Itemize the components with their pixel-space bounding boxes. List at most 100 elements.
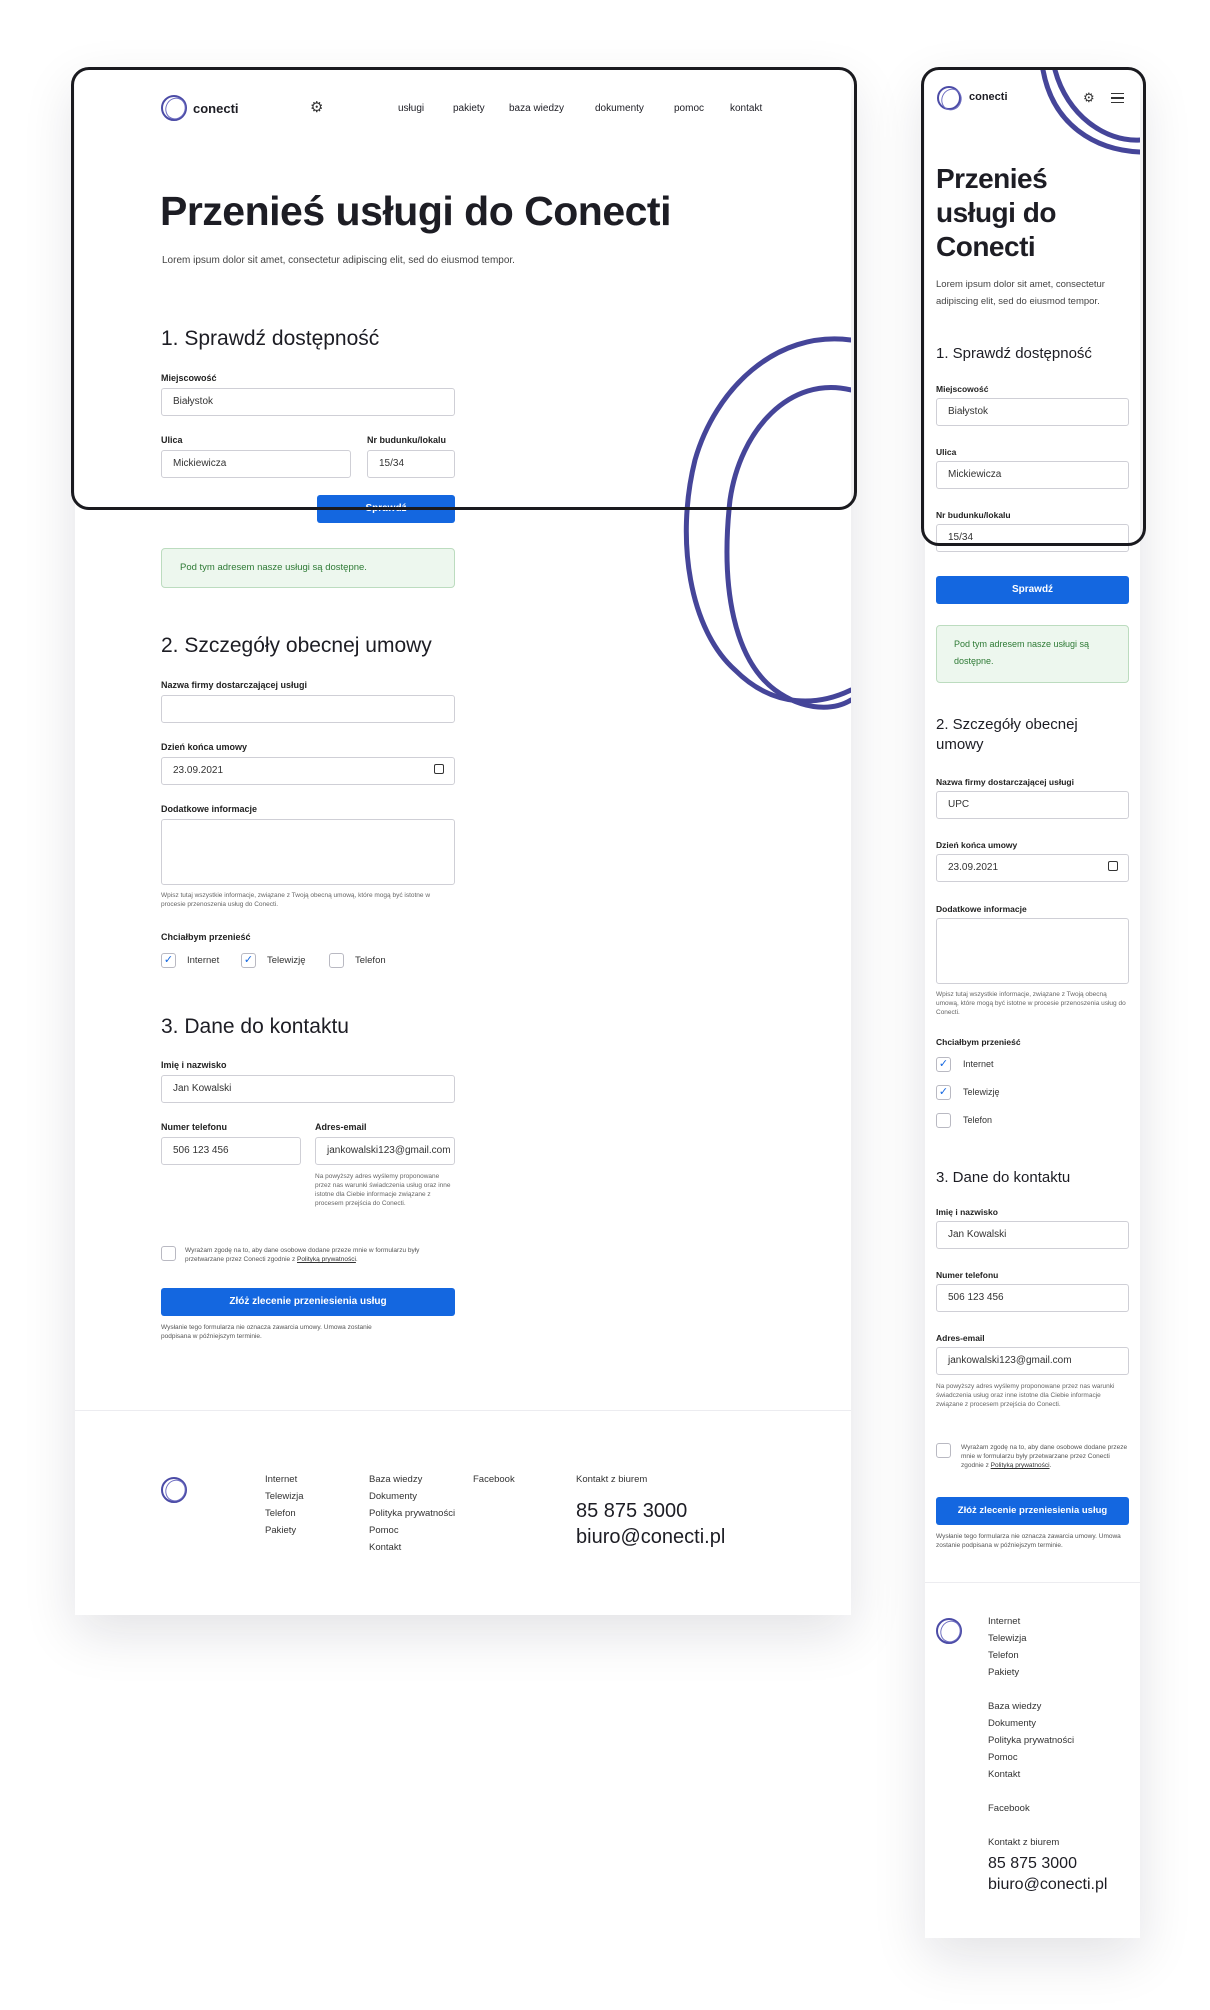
mobile-footer-link-internet[interactable]: Internet [988,1616,1020,1627]
submit-button[interactable]: Złóż zlecenie przeniesienia usług [161,1288,455,1316]
footer-link-dokumenty[interactable]: Dokumenty [369,1491,417,1502]
nav-dokumenty[interactable]: dokumenty [595,103,644,114]
checkbox-internet[interactable]: ✓ [161,953,176,968]
footer-phone[interactable]: 85 875 3000 [576,1500,687,1523]
end-date-value: 23.09.2021 [173,765,224,776]
mobile-calendar-icon[interactable] [1108,861,1118,871]
mobile-footer-email[interactable]: biuro@conecti.pl [988,1876,1107,1894]
mobile-street-label: Ulica [936,447,957,457]
mobile-logo-icon[interactable] [937,86,961,110]
mobile-footer-link-polityka[interactable]: Polityka prywatności [988,1735,1074,1746]
city-input[interactable]: Białystok [161,388,455,416]
phone-input[interactable]: 506 123 456 [161,1137,301,1165]
phone-label: Numer telefonu [161,1122,228,1132]
nav-baza-wiedzy[interactable]: baza wiedzy [509,103,564,114]
footer-email[interactable]: biuro@conecti.pl [576,1526,725,1549]
section-title-contract: 2. Szczegóły obecnej umowy [161,634,432,657]
logo-icon[interactable] [161,95,187,121]
mobile-street-input[interactable]: Mickiewicza [936,461,1129,489]
checkbox-tv-label: Telewizję [267,955,306,966]
mobile-checkbox-phone[interactable] [936,1113,951,1128]
footer-logo-icon[interactable] [161,1477,187,1503]
checkbox-phone[interactable] [329,953,344,968]
mobile-info-textarea[interactable] [936,918,1129,984]
footer-link-pomoc[interactable]: Pomoc [369,1525,399,1536]
footer-link-facebook[interactable]: Facebook [473,1474,515,1485]
mobile-brand-name[interactable]: conecti [969,91,1008,103]
footer-contact-label: Kontakt z biurem [576,1474,648,1485]
mobile-city-input[interactable]: Białystok [936,398,1129,426]
name-input[interactable]: Jan Kowalski [161,1075,455,1103]
privacy-policy-link[interactable]: Polityką prywatności [297,1256,356,1263]
email-label: Adres-email [315,1122,367,1132]
mobile-phone-input[interactable]: 506 123 456 [936,1284,1129,1312]
end-date-label: Dzień końca umowy [161,742,248,752]
mobile-footer-link-pomoc[interactable]: Pomoc [988,1752,1018,1763]
mobile-phone-label: Numer telefonu [936,1270,999,1280]
mobile-page-lead: Lorem ipsum dolor sit amet, consectetur … [936,279,1105,307]
mobile-end-date-input[interactable]: 23.09.2021 [936,854,1129,882]
nav-kontakt[interactable]: kontakt [730,103,762,114]
calendar-icon[interactable] [434,764,444,774]
gear-icon[interactable]: ⚙ [310,100,323,115]
brand-name[interactable]: conecti [193,101,239,116]
info-textarea[interactable] [161,819,455,885]
mobile-number-input[interactable]: 15/34 [936,524,1129,552]
mobile-footer-link-baza-wiedzy[interactable]: Baza wiedzy [988,1701,1041,1712]
end-date-input[interactable]: 23.09.2021 [161,757,455,785]
mobile-consent-checkbox[interactable] [936,1443,951,1458]
mobile-submit-button[interactable]: Złóż zlecenie przeniesienia usług [936,1497,1129,1525]
mobile-city-label: Miejscowość [936,384,989,394]
mobile-transfer-label: Chciałbym przenieść [936,1037,1021,1047]
mobile-consent-suffix: . [1049,1462,1052,1469]
section-title-contact: 3. Dane do kontaktu [161,1015,349,1038]
email-input[interactable]: jankowalski123@gmail.com [315,1137,455,1165]
provider-input[interactable] [161,695,455,723]
number-input[interactable]: 15/34 [367,450,455,478]
footer-link-telewizja[interactable]: Telewizja [265,1491,304,1502]
footer-link-kontakt[interactable]: Kontakt [369,1542,401,1553]
mobile-email-input[interactable]: jankowalski123@gmail.com [936,1347,1129,1375]
footer-divider [75,1410,851,1411]
mobile-gear-icon[interactable]: ⚙ [1083,90,1095,105]
number-label: Nr budunku/lokalu [367,435,447,445]
consent-checkbox[interactable] [161,1246,176,1261]
nav-pomoc[interactable]: pomoc [674,103,704,114]
mobile-footer-link-kontakt[interactable]: Kontakt [988,1769,1020,1780]
mobile-footer-link-facebook[interactable]: Facebook [988,1803,1030,1814]
mobile-footer-link-telewizja[interactable]: Telewizja [988,1633,1027,1644]
mobile-footer-link-dokumenty[interactable]: Dokumenty [988,1718,1036,1729]
checkbox-internet-label: Internet [187,955,220,966]
page-lead: Lorem ipsum dolor sit amet, consectetur … [162,255,515,266]
mobile-provider-label: Nazwa firmy dostarczającej usługi [936,777,1074,787]
mobile-privacy-policy-link[interactable]: Polityką prywatności [991,1462,1050,1469]
mobile-number-label: Nr budunku/lokalu [936,510,1011,520]
email-help-text: Na powyższy adres wyślemy proponowane pr… [315,1173,451,1207]
mobile-check-button[interactable]: Sprawdź [936,576,1129,604]
hamburger-icon[interactable] [1111,93,1124,103]
footer-link-polityka[interactable]: Polityka prywatności [369,1508,455,1519]
nav-pakiety[interactable]: pakiety [453,103,485,114]
mobile-provider-input[interactable]: UPC [936,791,1129,819]
footer-link-telefon[interactable]: Telefon [265,1508,296,1519]
mobile-checkbox-phone-label: Telefon [963,1115,993,1125]
footer-link-internet[interactable]: Internet [265,1474,297,1485]
mobile-footer-phone[interactable]: 85 875 3000 [988,1855,1077,1873]
mobile-checkbox-tv[interactable]: ✓ [936,1085,951,1100]
check-availability-button[interactable]: Sprawdź [317,495,455,523]
mobile-footer-link-telefon[interactable]: Telefon [988,1650,1019,1661]
mobile-name-input[interactable]: Jan Kowalski [936,1221,1129,1249]
mobile-info-label: Dodatkowe informacje [936,904,1027,914]
footer-link-baza-wiedzy[interactable]: Baza wiedzy [369,1474,422,1485]
mobile-checkbox-tv-label: Telewizję [963,1087,1000,1097]
footer-link-pakiety[interactable]: Pakiety [265,1525,296,1536]
mobile-checkbox-internet[interactable]: ✓ [936,1057,951,1072]
mobile-footer-logo-icon[interactable] [936,1618,962,1644]
mobile-footer-link-pakiety[interactable]: Pakiety [988,1667,1019,1678]
mobile-checkbox-internet-label: Internet [963,1059,994,1069]
mobile-section-title-availability: 1. Sprawdź dostępność [936,345,1092,362]
checkbox-tv[interactable]: ✓ [241,953,256,968]
mobile-page: conecti ⚙ Przenieś usługi do Conecti Lor… [925,70,1140,1938]
nav-uslugi[interactable]: usługi [398,103,424,114]
street-input[interactable]: Mickiewicza [161,450,351,478]
